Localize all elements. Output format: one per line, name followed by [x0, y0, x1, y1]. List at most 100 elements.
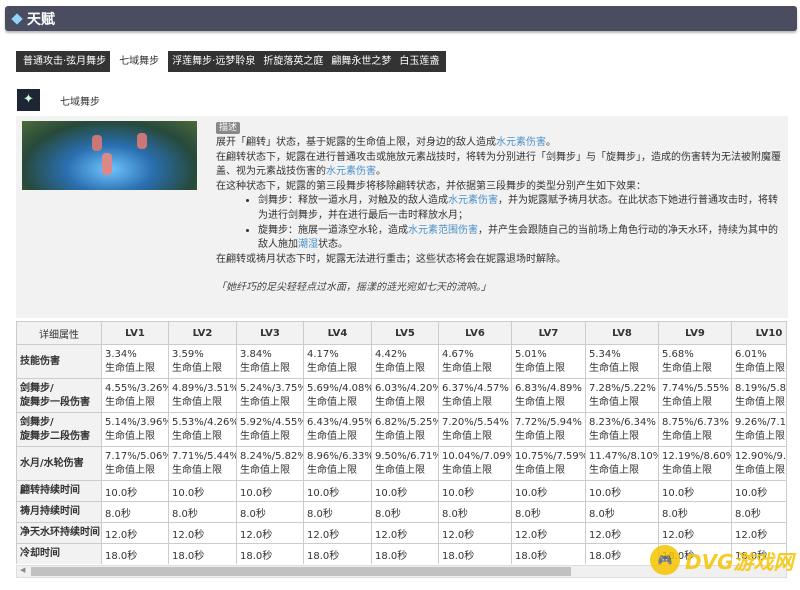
tab-2[interactable]: 浮莲舞步·远梦聆泉: [168, 51, 259, 72]
link-wet[interactable]: 潮湿: [298, 239, 318, 250]
column-header: LV8: [585, 321, 659, 345]
description-badge: 描述: [216, 122, 241, 134]
column-header: LV5: [371, 321, 439, 345]
row-label: 技能伤害: [16, 344, 102, 379]
table-cell: 8.0秒: [511, 501, 586, 523]
column-header: LV6: [438, 321, 512, 345]
table-row: 翩转持续时间 10.0秒 10.0秒 10.0秒 10.0秒 10.0秒 10.0秒 10.0…: [16, 480, 786, 502]
skill-heading: ✦ 七域舞步: [17, 89, 100, 111]
table-row: 剑舞步/旋舞步一段伤害 4.55%/3.26% 生命值上限 4.89%/3.51% 生命…: [16, 378, 786, 413]
table-cell: 8.0秒: [658, 501, 732, 523]
table-cell: 5.69%/4.08% 生命值上限: [303, 378, 372, 413]
row-label: 剑舞步/旋舞步二段伤害: [16, 412, 102, 447]
table-cell: 10.0秒: [303, 480, 372, 502]
table-cell: 10.0秒: [168, 480, 237, 502]
diamond-icon: [11, 12, 23, 25]
table-row: 技能伤害 3.34% 生命值上限 3.59% 生命值上限 3.84% 生命值上限 4.17% 生…: [16, 344, 786, 379]
table-cell: 8.75%/6.73% 生命值上限: [658, 412, 732, 447]
row-label: 冷却时间: [16, 543, 102, 564]
table-cell: 18.0秒: [101, 543, 169, 564]
table-cell: 7.72%/5.94% 生命值上限: [511, 412, 586, 447]
table-cell: 8.24%/5.82% 生命值上限: [236, 446, 304, 481]
table-cell: 5.53%/4.26% 生命值上限: [168, 412, 237, 447]
skill-preview-image: [22, 121, 197, 190]
column-header: LV3: [236, 321, 304, 345]
watermark: 🎮 DVG游戏网: [650, 545, 794, 575]
row-label: 翩转持续时间: [16, 480, 102, 502]
table-cell: 8.0秒: [731, 501, 786, 523]
table-cell: 5.34% 生命值上限: [585, 344, 659, 379]
column-header: LV10: [731, 321, 786, 345]
scrollbar-thumb[interactable]: [31, 567, 571, 576]
column-header: LV7: [511, 321, 586, 345]
table-cell: 4.67% 生命值上限: [438, 344, 512, 379]
tab-1[interactable]: 七域舞步: [110, 51, 169, 72]
table-cell: 10.0秒: [371, 480, 439, 502]
table-cell: 18.0秒: [236, 543, 304, 564]
column-header: LV9: [658, 321, 732, 345]
tab-5[interactable]: 白玉莲盏: [395, 51, 443, 72]
table-cell: 8.0秒: [438, 501, 512, 523]
table-cell: 10.0秒: [731, 480, 786, 502]
table-cell: 12.0秒: [585, 522, 659, 544]
desc-para: 展开「翩转」状态，基于妮露的生命值上限，对身边的敌人造成水元素伤害。: [216, 137, 556, 148]
table-cell: 18.0秒: [511, 543, 586, 564]
desc-para: 在翩转或祷月状态下时，妮露无法进行重击；这些状态将会在妮露退场时解除。: [216, 253, 566, 265]
scroll-left-icon[interactable]: ◀: [20, 566, 25, 574]
table-cell: 4.17% 生命值上限: [303, 344, 372, 379]
desc-para: 在这种状态下，妮露的第三段舞步将移除翩转状态，并依据第三段舞步的类型分别产生如下…: [216, 180, 646, 192]
table-cell: 4.55%/3.26% 生命值上限: [101, 378, 169, 413]
column-header: LV4: [303, 321, 372, 345]
attribute-table: 详细属性 LV1 LV2 LV3 LV4 LV5 LV6 LV7 LV8 LV9 LV10 技能伤害…: [16, 321, 786, 564]
table-cell: 4.42% 生命值上限: [371, 344, 439, 379]
table-row: 水月/水轮伤害 7.17%/5.06% 生命值上限 7.71%/5.44% 生命值上限 8…: [16, 446, 786, 481]
row-label: 祷月持续时间: [16, 501, 102, 523]
table-cell: 8.0秒: [303, 501, 372, 523]
tab-0[interactable]: 普通攻击·弦月舞步: [19, 51, 110, 72]
desc-para: 在翩转状态下，妮露在进行普通攻击或施放元素战技时，将转为分别进行「剑舞步」与「旋…: [216, 151, 781, 178]
tab-4[interactable]: 翩舞永世之梦: [327, 51, 395, 72]
table-cell: 3.84% 生命值上限: [236, 344, 304, 379]
column-header: 详细属性: [16, 321, 102, 345]
table-cell: 5.24%/3.75% 生命值上限: [236, 378, 304, 413]
row-label: 剑舞步/旋舞步一段伤害: [16, 378, 102, 413]
table-cell: 7.71%/5.44% 生命值上限: [168, 446, 237, 481]
table-cell: 12.0秒: [438, 522, 512, 544]
table-cell: 7.28%/5.22% 生命值上限: [585, 378, 659, 413]
table-cell: 5.68% 生命值上限: [658, 344, 732, 379]
table-cell: 6.43%/4.95% 生命值上限: [303, 412, 372, 447]
row-label: 净天水环持续时间: [16, 522, 102, 544]
table-cell: 5.14%/3.96% 生命值上限: [101, 412, 169, 447]
link-hydro-dmg[interactable]: 水元素伤害: [496, 137, 546, 148]
table-cell: 6.82%/5.25% 生命值上限: [371, 412, 439, 447]
flavor-quote: 「她纤巧的足尖轻轻点过水面，摇漾的涟光宛如七天的流响。」: [216, 282, 491, 294]
table-cell: 9.26%/7.13 生命值上限: [731, 412, 786, 447]
tab-3[interactable]: 折旋落英之庭: [259, 51, 327, 72]
table-row: 祷月持续时间 8.0秒 8.0秒 8.0秒 8.0秒 8.0秒 8.0秒 8.0秒 8.0秒 8.…: [16, 501, 786, 523]
table-cell: 10.0秒: [236, 480, 304, 502]
table-cell: 6.03%/4.20% 生命值上限: [371, 378, 439, 413]
table-cell: 5.01% 生命值上限: [511, 344, 586, 379]
table-cell: 5.92%/4.55% 生命值上限: [236, 412, 304, 447]
table-cell: 18.0秒: [371, 543, 439, 564]
column-header: LV1: [101, 321, 169, 345]
table-cell: 7.17%/5.06% 生命值上限: [101, 446, 169, 481]
talent-tabs: 普通攻击·弦月舞步 七域舞步 浮莲舞步·远梦聆泉 折旋落英之庭 翩舞永世之梦 白玉莲盏: [16, 51, 447, 72]
table-cell: 18.0秒: [585, 543, 659, 564]
table-cell: 9.50%/6.71% 生命值上限: [371, 446, 439, 481]
table-cell: 12.0秒: [371, 522, 439, 544]
table-cell: 12.0秒: [731, 522, 786, 544]
skill-icon: ✦: [17, 89, 40, 111]
table-cell: 6.01% 生命值上限: [731, 344, 786, 379]
table-cell: 12.0秒: [168, 522, 237, 544]
link-hydro-aoe[interactable]: 水元素范围伤害: [408, 225, 478, 236]
column-header: LV2: [168, 321, 237, 345]
link-hydro-dmg[interactable]: 水元素伤害: [326, 166, 376, 177]
table-cell: 7.20%/5.54% 生命值上限: [438, 412, 512, 447]
table-cell: 8.19%/5.87 生命值上限: [731, 378, 786, 413]
table-cell: 6.83%/4.89% 生命值上限: [511, 378, 586, 413]
table-cell: 12.0秒: [658, 522, 732, 544]
table-cell: 10.75%/7.59% 生命值上限: [511, 446, 586, 481]
table-cell: 10.0秒: [658, 480, 732, 502]
link-hydro-dmg[interactable]: 水元素伤害: [448, 195, 498, 206]
